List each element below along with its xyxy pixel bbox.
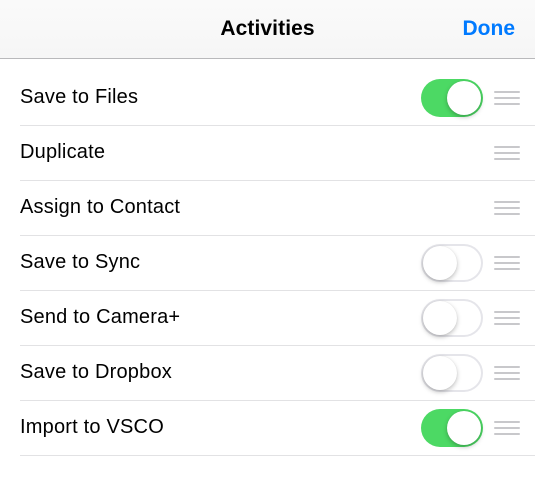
activity-label: Send to Camera+: [20, 306, 421, 329]
activity-row: Assign to Contact: [0, 180, 535, 235]
activity-label: Duplicate: [20, 141, 421, 164]
toggle-area: [421, 244, 491, 282]
switch-knob: [423, 246, 457, 280]
switch-knob: [423, 301, 457, 335]
done-button[interactable]: Done: [463, 0, 516, 58]
drag-handle-icon[interactable]: [491, 193, 523, 223]
navbar: Activities Done: [0, 0, 535, 59]
switch-knob: [423, 356, 457, 390]
toggle-area: [421, 409, 491, 447]
activity-row: [0, 455, 535, 483]
navbar-title: Activities: [220, 17, 314, 41]
toggle-switch[interactable]: [421, 299, 483, 337]
toggle-switch[interactable]: [421, 354, 483, 392]
drag-handle-icon[interactable]: [491, 413, 523, 443]
activity-row: Duplicate: [0, 125, 535, 180]
activity-label: Assign to Contact: [20, 196, 421, 219]
toggle-switch[interactable]: [421, 79, 483, 117]
activity-row: Send to Camera+: [0, 290, 535, 345]
toggle-switch[interactable]: [421, 409, 483, 447]
drag-handle-icon[interactable]: [491, 248, 523, 278]
activity-label: Import to VSCO: [20, 416, 421, 439]
toggle-switch[interactable]: [421, 244, 483, 282]
activities-list: Save to Files Duplicate Assign to Contact S…: [0, 59, 535, 483]
drag-handle-icon[interactable]: [491, 358, 523, 388]
toggle-area: [421, 299, 491, 337]
activity-row: Save to Dropbox: [0, 345, 535, 400]
activity-row: Import to VSCO: [0, 400, 535, 455]
drag-handle-icon[interactable]: [491, 138, 523, 168]
activity-row: Save to Sync: [0, 235, 535, 290]
activity-row: Save to Files: [0, 70, 535, 125]
drag-handle-icon[interactable]: [491, 83, 523, 113]
activity-label: Save to Files: [20, 86, 421, 109]
switch-knob: [447, 411, 481, 445]
toggle-area: [421, 79, 491, 117]
drag-handle-icon[interactable]: [491, 303, 523, 333]
switch-knob: [447, 81, 481, 115]
activity-label: Save to Sync: [20, 251, 421, 274]
toggle-area: [421, 354, 491, 392]
activity-label: Save to Dropbox: [20, 361, 421, 384]
